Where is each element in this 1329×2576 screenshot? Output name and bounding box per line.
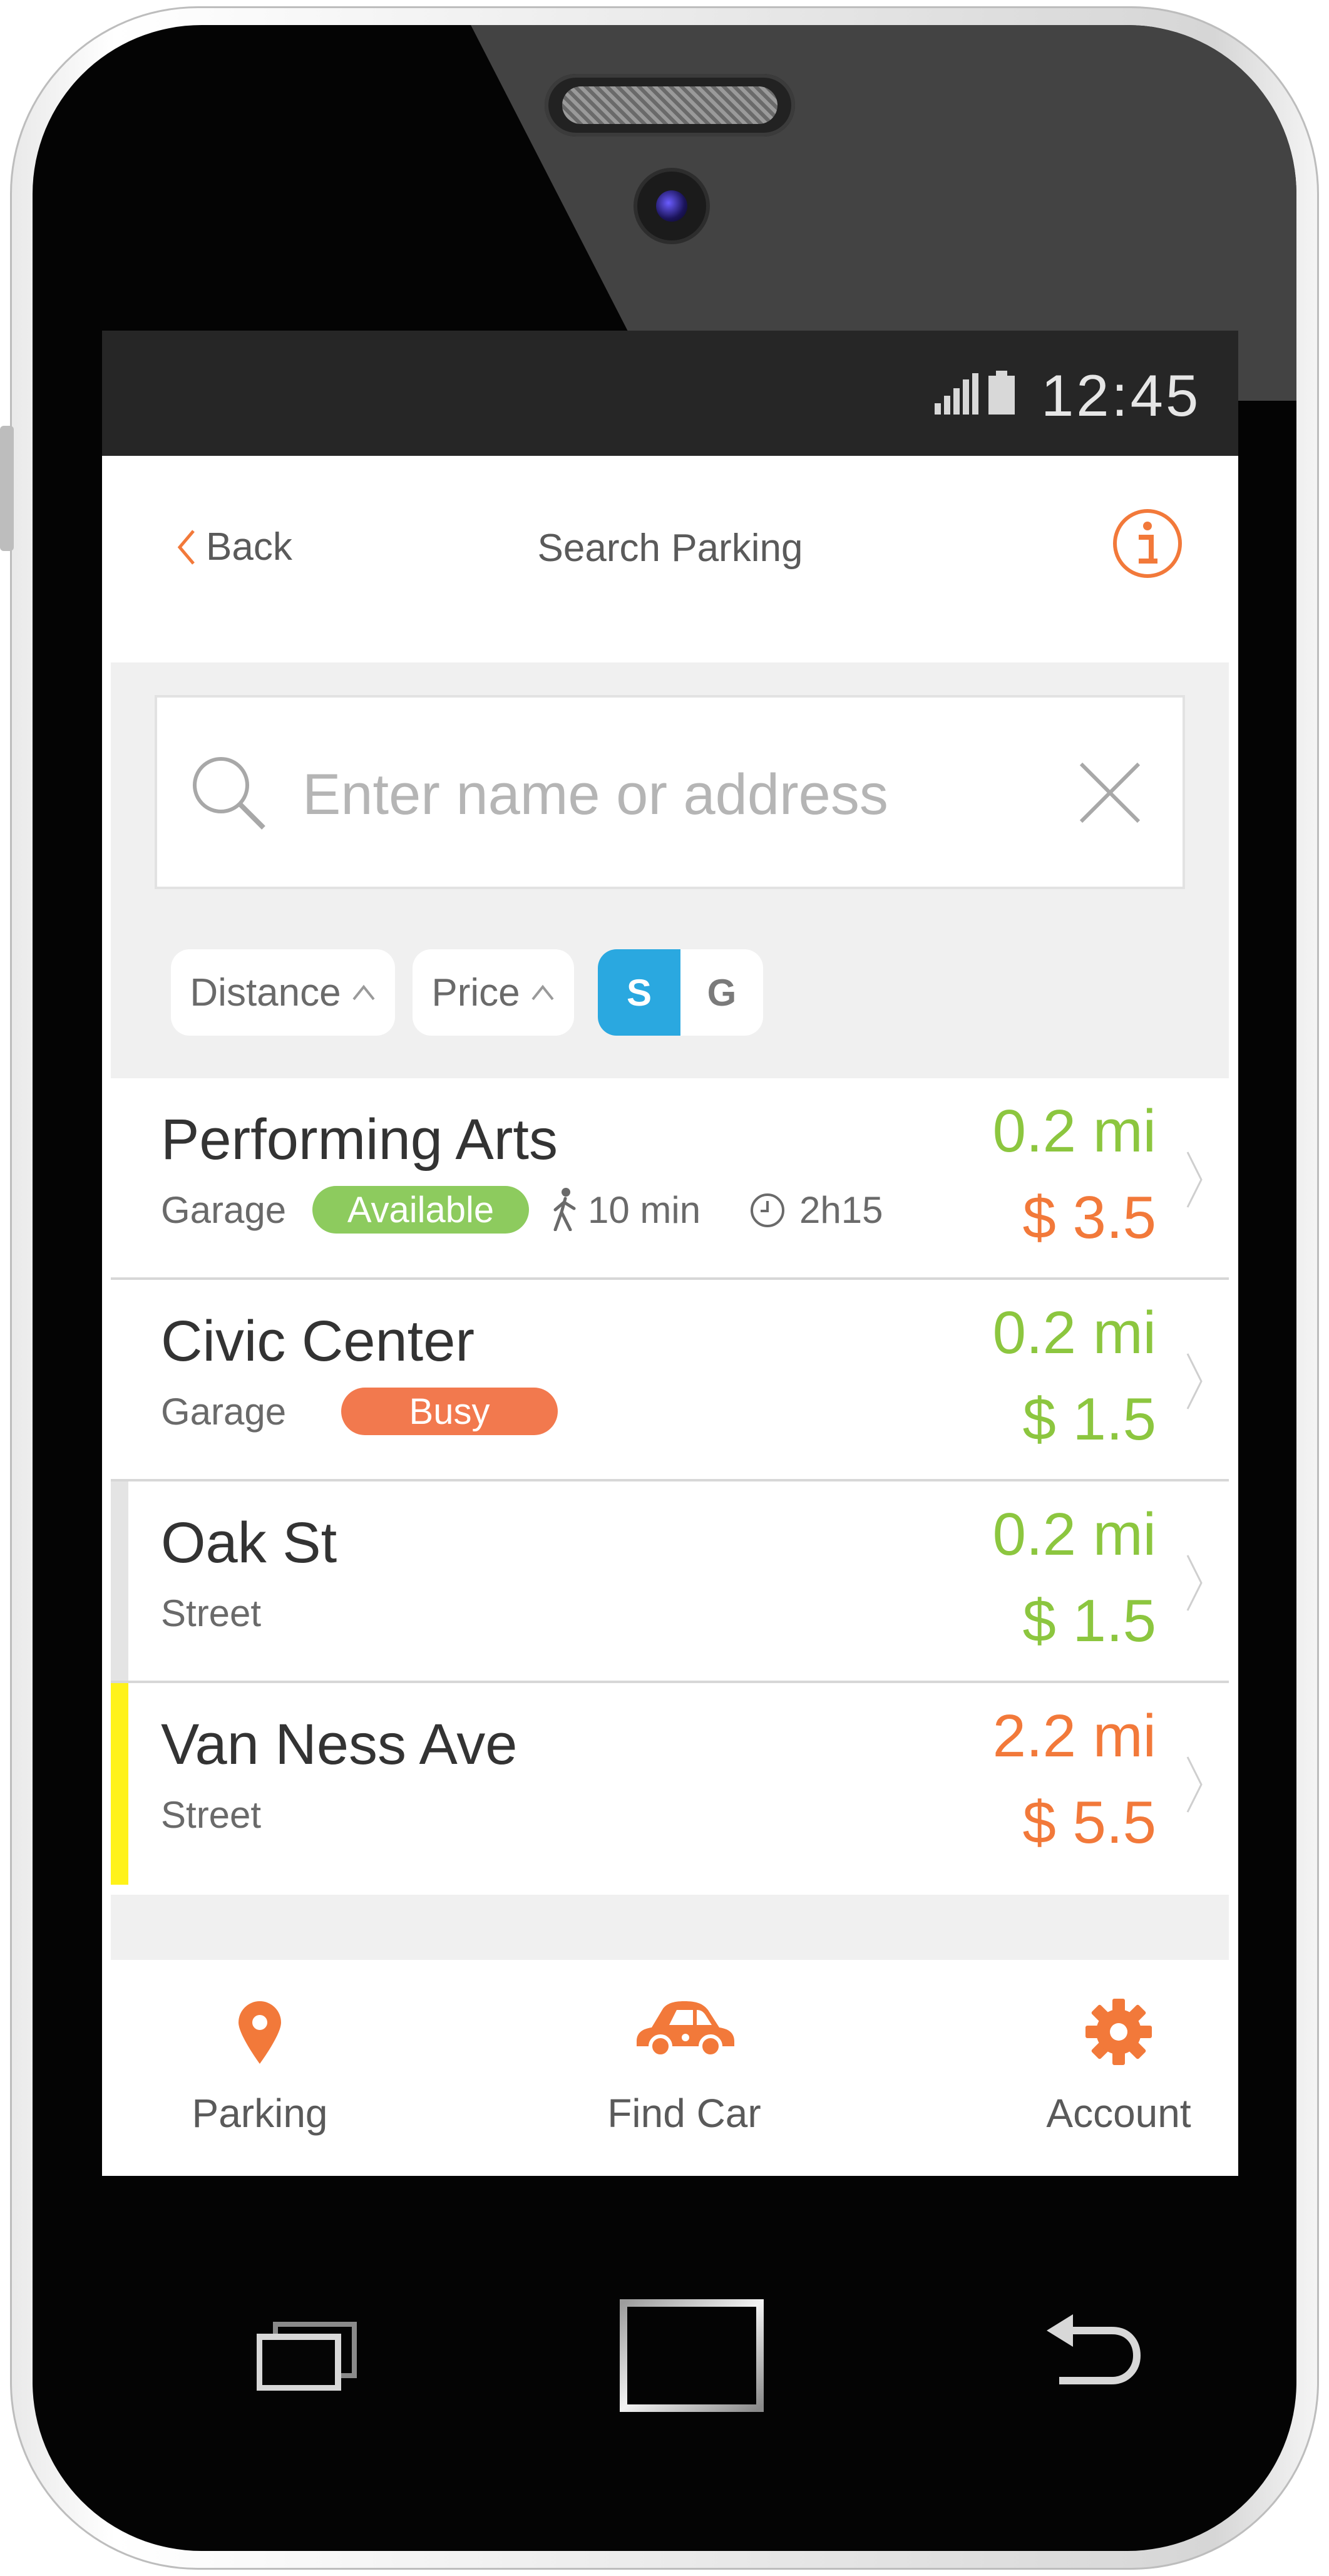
search-panel: Distance Price S G [111, 662, 1229, 1078]
results-list: Performing Arts Garage Available 10 min … [111, 1078, 1229, 1895]
distance-value: 0.2 mi [992, 1501, 1156, 1568]
parking-name: Civic Center [161, 1309, 475, 1373]
battery-icon [988, 371, 1015, 415]
price-value: $ 5.5 [1022, 1789, 1156, 1856]
parking-name: Performing Arts [161, 1108, 558, 1172]
tab-parking[interactable]: Parking [166, 1985, 354, 2136]
list-item[interactable]: Performing Arts Garage Available 10 min … [111, 1078, 1229, 1280]
tab-find-car[interactable]: Find Car [590, 1985, 778, 2136]
clock-icon [751, 1193, 784, 1227]
info-icon[interactable] [1111, 507, 1184, 580]
parking-type: Garage [161, 1391, 287, 1433]
close-icon[interactable] [1077, 760, 1142, 825]
parking-type: Street [161, 1592, 262, 1634]
parking-type: Garage [161, 1189, 287, 1231]
tab-label: Parking [192, 2091, 328, 2136]
list-item[interactable]: Oak St Street 0.2 mi $ 1.5 [111, 1481, 1229, 1683]
recent-apps-button[interactable] [257, 2322, 357, 2391]
back-arrow-icon[interactable] [1043, 2312, 1143, 2391]
distance-value: 0.2 mi [992, 1299, 1156, 1366]
speaker-grille [562, 86, 777, 124]
status-bar: 12:45 [102, 331, 1238, 456]
clock: 12:45 [1041, 363, 1201, 428]
chevron-right-icon [1186, 1756, 1203, 1813]
distance-value: 0.2 mi [992, 1098, 1156, 1165]
camera-lens [656, 190, 687, 222]
tab-label: Account [1046, 2091, 1191, 2136]
chevron-up-icon [352, 984, 375, 1001]
list-spacer [111, 1895, 1229, 1960]
chevron-right-icon [1186, 1151, 1203, 1208]
signal-icon [935, 373, 978, 415]
side-volume-key[interactable] [0, 426, 14, 551]
chevron-right-icon [1186, 1555, 1203, 1611]
list-item[interactable]: Civic Center Garage Busy 0.2 mi $ 1.5 [111, 1280, 1229, 1481]
app-screen: 12:45 Back Search Parking Enter name or … [102, 331, 1238, 2176]
location-pin-icon [239, 2001, 281, 2064]
price-value: $ 3.5 [1022, 1184, 1156, 1251]
search-field[interactable] [155, 695, 1185, 889]
parking-duration: 2h15 [799, 1189, 883, 1231]
distance-value: 2.2 mi [992, 1703, 1156, 1770]
tab-account[interactable]: Account [1025, 1985, 1213, 2136]
home-button[interactable] [620, 2299, 764, 2412]
chevron-right-icon [1186, 1353, 1203, 1409]
search-icon [193, 757, 265, 830]
garage-toggle[interactable]: G [680, 949, 763, 1036]
list-item[interactable]: Van Ness Ave Street 2.2 mi $ 5.5 [111, 1683, 1229, 1885]
bottom-tab-bar: Parking Find Car Account [102, 1960, 1238, 2176]
sort-price-label: Price [431, 971, 520, 1014]
tab-label: Find Car [607, 2091, 761, 2136]
sort-price-button[interactable]: Price [413, 949, 574, 1036]
status-badge: Available [312, 1186, 529, 1234]
price-value: $ 1.5 [1022, 1587, 1156, 1654]
row-accent-bar [111, 1683, 128, 1885]
parking-name: Van Ness Ave [161, 1713, 518, 1776]
price-value: $ 1.5 [1022, 1386, 1156, 1453]
header-bar: Back Search Parking [102, 456, 1238, 662]
walking-icon [553, 1188, 576, 1231]
parking-type: Street [161, 1794, 262, 1836]
street-toggle[interactable]: S [598, 949, 680, 1036]
sort-distance-label: Distance [190, 971, 341, 1014]
page-title: Search Parking [537, 527, 803, 570]
walk-time: 10 min [588, 1189, 701, 1231]
car-icon [637, 2001, 734, 2058]
chevron-up-icon [531, 984, 554, 1001]
search-input[interactable] [301, 738, 1030, 852]
row-accent-bar [111, 1481, 128, 1683]
gear-icon [1085, 1999, 1152, 2065]
status-badge: Busy [341, 1388, 558, 1435]
sort-distance-button[interactable]: Distance [171, 949, 395, 1036]
parking-name: Oak St [161, 1511, 337, 1575]
